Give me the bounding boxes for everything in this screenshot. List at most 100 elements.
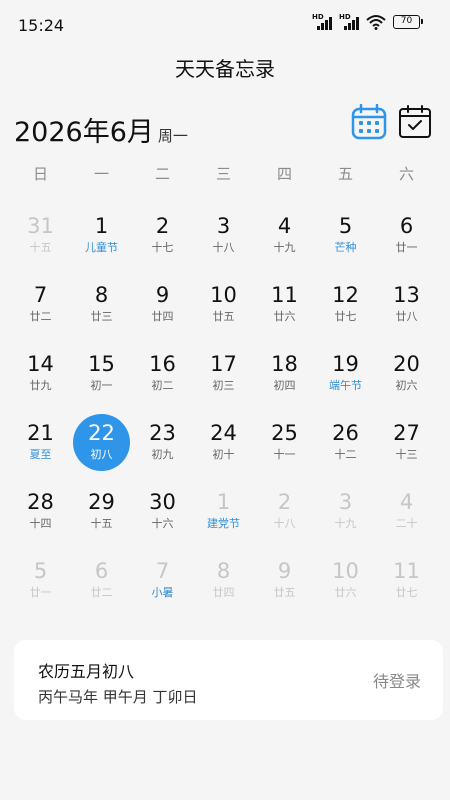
festival-label: 儿童节 [85, 241, 118, 254]
lunar-day-label: 廿二 [29, 310, 52, 323]
day-cell[interactable]: 21 夏至 [10, 415, 71, 484]
lunar-day-label: 十五 [29, 241, 52, 254]
day-cell[interactable]: 27 十三 [376, 415, 437, 484]
weekday-tue: 二 [154, 165, 170, 183]
day-number: 2 [155, 214, 170, 238]
day-cell[interactable]: 5 廿一 [10, 553, 71, 622]
day-number: 6 [94, 559, 109, 583]
weekday-thu: 四 [276, 165, 292, 183]
weekday-sun: 日 [32, 165, 48, 183]
day-number: 16 [149, 352, 176, 376]
status-icons: HD HD 70 [312, 13, 423, 30]
day-number: 21 [27, 421, 54, 445]
lunar-day-label: 廿五 [273, 586, 296, 599]
day-cell[interactable]: 11 廿六 [254, 277, 315, 346]
day-number: 22 [88, 421, 115, 445]
day-cell[interactable]: 7 小暑 [132, 553, 193, 622]
day-cell[interactable]: 3 十九 [315, 484, 376, 553]
day-number: 20 [393, 352, 420, 376]
day-cell[interactable]: 6 廿一 [376, 208, 437, 277]
status-bar: 15:24 HD HD 70 [0, 0, 450, 50]
festival-label: 建党节 [207, 517, 240, 530]
day-number: 4 [399, 490, 414, 514]
day-cell[interactable]: 30 十六 [132, 484, 193, 553]
lunar-day-label: 十九 [334, 517, 357, 530]
day-cell[interactable]: 2 十七 [132, 208, 193, 277]
day-cell[interactable]: 18 初四 [254, 346, 315, 415]
day-cell[interactable]: 29 十五 [71, 484, 132, 553]
day-cell[interactable]: 10 廿五 [193, 277, 254, 346]
day-cell[interactable]: 6 廿二 [71, 553, 132, 622]
lunar-info-card[interactable]: 农历五月初八 丙午马年 甲午月 丁卯日 待登录 [14, 640, 443, 720]
day-cell[interactable]: 1 儿童节 [71, 208, 132, 277]
day-cell[interactable]: 4 二十 [376, 484, 437, 553]
day-cell[interactable]: 17 初三 [193, 346, 254, 415]
day-number: 13 [393, 283, 420, 307]
day-cell[interactable]: 14 廿九 [10, 346, 71, 415]
day-number: 9 [277, 559, 292, 583]
wifi-icon [366, 15, 386, 30]
weekday-label: 周一 [157, 127, 188, 145]
lunar-day-label: 初二 [151, 379, 174, 392]
day-cell[interactable]: 1 建党节 [193, 484, 254, 553]
month-title[interactable]: 2026年6月 周一 [14, 110, 188, 149]
day-number: 15 [88, 352, 115, 376]
day-cell[interactable]: 8 廿四 [193, 553, 254, 622]
day-cell[interactable]: 5 芒种 [315, 208, 376, 277]
day-number: 29 [88, 490, 115, 514]
day-cell-selected[interactable]: 22 初八 [71, 414, 132, 484]
year-month-label: 2026年6月 [14, 117, 154, 148]
day-cell[interactable]: 24 初十 [193, 415, 254, 484]
lunar-day-label: 初六 [395, 379, 418, 392]
day-number: 12 [332, 283, 359, 307]
day-cell[interactable]: 3 十八 [193, 208, 254, 277]
day-cell[interactable]: 10 廿六 [315, 553, 376, 622]
day-cell[interactable]: 4 十九 [254, 208, 315, 277]
day-cell[interactable]: 25 十一 [254, 415, 315, 484]
lunar-day-label: 初十 [212, 448, 235, 461]
day-cell[interactable]: 11 廿七 [376, 553, 437, 622]
day-cell[interactable]: 7 廿二 [10, 277, 71, 346]
day-cell[interactable]: 9 廿四 [132, 277, 193, 346]
app-title: 天天备忘录 [175, 57, 275, 81]
lunar-date: 农历五月初八 [38, 662, 135, 681]
lunar-day-label: 十九 [273, 241, 296, 254]
lunar-day-label: 廿三 [90, 310, 113, 323]
day-cell[interactable]: 31 十五 [10, 208, 71, 277]
day-cell[interactable]: 12 廿七 [315, 277, 376, 346]
lunar-day-label: 廿七 [395, 586, 418, 599]
day-cell[interactable]: 16 初二 [132, 346, 193, 415]
day-cell[interactable]: 9 廿五 [254, 553, 315, 622]
calendar-check-icon[interactable] [398, 104, 432, 140]
lunar-day-label: 十八 [212, 241, 235, 254]
lunar-day-label: 廿九 [29, 379, 52, 392]
day-cell[interactable]: 15 初一 [71, 346, 132, 415]
day-cell[interactable]: 26 十二 [315, 415, 376, 484]
day-number: 4 [277, 214, 292, 238]
cellular-signal-icon: HD [312, 13, 332, 30]
lunar-day-label: 十六 [151, 517, 174, 530]
lunar-day-label: 初三 [212, 379, 235, 392]
weekday-fri: 五 [337, 165, 353, 183]
day-number: 8 [216, 559, 231, 583]
day-cell[interactable]: 8 廿三 [71, 277, 132, 346]
day-cell[interactable]: 13 廿八 [376, 277, 437, 346]
calendar-grid-icon[interactable] [351, 104, 387, 140]
day-cell[interactable]: 20 初六 [376, 346, 437, 415]
day-number: 25 [271, 421, 298, 445]
day-cell[interactable]: 2 十八 [254, 484, 315, 553]
lunar-day-label: 初一 [90, 379, 113, 392]
day-cell[interactable]: 23 初九 [132, 415, 193, 484]
day-cell[interactable]: 19 端午节 [315, 346, 376, 415]
battery-icon: 70 [393, 15, 423, 29]
lunar-day-label: 十二 [334, 448, 357, 461]
login-button[interactable]: 待登录 [373, 668, 421, 692]
day-cell[interactable]: 28 十四 [10, 484, 71, 553]
day-number: 1 [216, 490, 231, 514]
day-number: 11 [271, 283, 298, 307]
day-number: 7 [155, 559, 170, 583]
lunar-day-label: 初八 [90, 448, 113, 461]
ganzhi-date: 丙午马年 甲午月 丁卯日 [38, 688, 198, 706]
lunar-day-label: 廿二 [90, 586, 113, 599]
lunar-day-label: 廿一 [29, 586, 52, 599]
